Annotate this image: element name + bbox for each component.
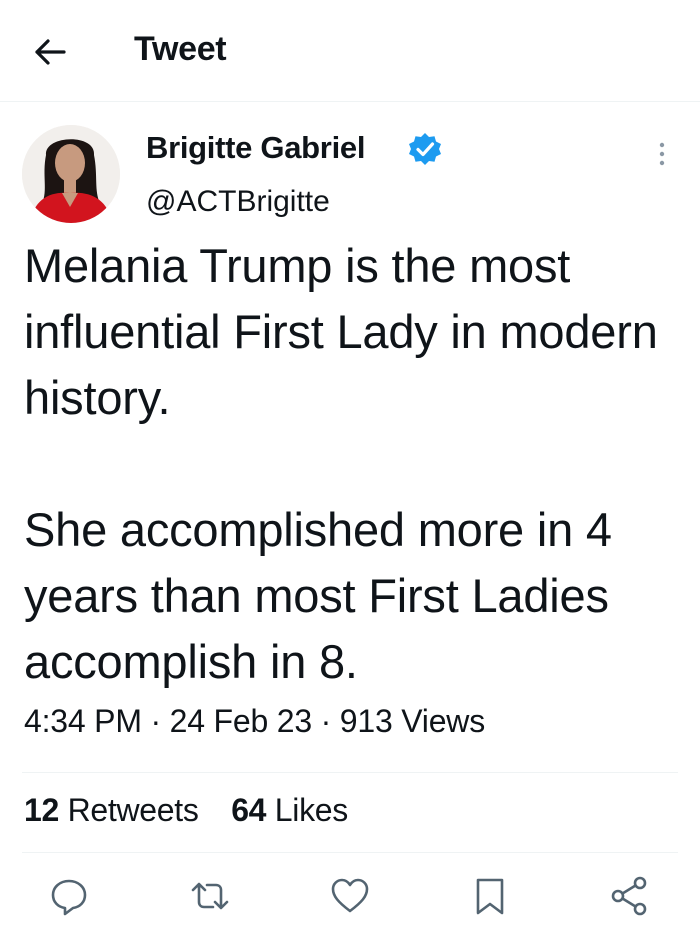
author-handle[interactable]: @ACTBrigitte [146, 185, 330, 219]
engagement-stats: 12 Retweets 64 Likes [24, 792, 372, 829]
more-vertical-icon [659, 142, 665, 166]
likes-label: Likes [274, 792, 349, 828]
tweet-metadata[interactable]: 4:34 PM · 24 Feb 23 · 913 Views [24, 703, 485, 740]
share-icon [611, 876, 647, 916]
divider [22, 772, 678, 773]
like-icon [331, 878, 369, 913]
tweet-text: Melania Trump is the most influential Fi… [24, 233, 689, 695]
more-options-button[interactable] [650, 140, 674, 170]
bookmark-icon [476, 878, 504, 915]
retweets-count: 12 [24, 792, 59, 828]
action-bar [0, 874, 700, 924]
arrow-left-icon [35, 39, 66, 65]
top-bar: Tweet [0, 0, 700, 102]
reply-icon [51, 879, 87, 916]
like-button[interactable] [328, 874, 372, 918]
reply-button[interactable] [47, 874, 91, 918]
retweets-label: Retweets [67, 792, 199, 828]
back-button[interactable] [30, 32, 70, 72]
share-button[interactable] [608, 874, 652, 918]
tweet-paragraph: She accomplished more in 4 years than mo… [24, 503, 612, 688]
author-name[interactable]: Brigitte Gabriel [146, 130, 365, 166]
retweet-button[interactable] [188, 874, 232, 918]
retweets-stat[interactable]: 12 Retweets [24, 792, 199, 828]
avatar[interactable] [22, 125, 120, 223]
likes-count: 64 [231, 792, 267, 828]
verified-badge-icon [407, 131, 443, 167]
likes-stat[interactable]: 64 Likes [231, 792, 348, 828]
divider [22, 852, 678, 853]
bookmark-button[interactable] [468, 874, 512, 918]
page-title: Tweet [134, 30, 227, 68]
retweet-icon [191, 882, 229, 910]
tweet-paragraph: Melania Trump is the most influential Fi… [24, 239, 658, 424]
